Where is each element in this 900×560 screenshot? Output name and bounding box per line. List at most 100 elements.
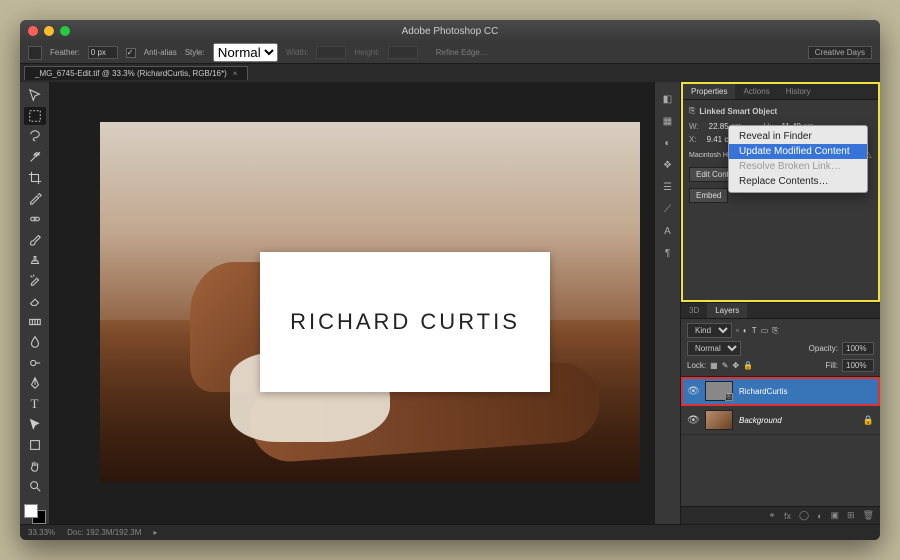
- layer-style-icon[interactable]: fx: [784, 511, 791, 521]
- creative-days-button[interactable]: Creative Days: [808, 46, 872, 59]
- layer-thumbnail[interactable]: [705, 410, 733, 430]
- collapsed-panel-dock: ◧ ▦ ◐ ❖ ☰ ⟋ A ¶: [654, 82, 680, 524]
- layers-panel: 3D Layers Kind ▫ ◐ T ▭ ⎘ Normal Opacity:: [681, 302, 880, 524]
- delete-layer-icon[interactable]: 🗑: [863, 510, 874, 521]
- new-layer-icon[interactable]: ⊞: [847, 510, 855, 521]
- lasso-tool[interactable]: [24, 127, 46, 146]
- toolbox: T: [20, 82, 50, 524]
- width-input: [316, 46, 346, 59]
- layer-name[interactable]: Background: [739, 416, 857, 425]
- linked-smart-object-icon: ⎘: [689, 106, 695, 116]
- embed-button[interactable]: Embed: [689, 188, 728, 203]
- filter-adjustment-icon[interactable]: ◐: [743, 326, 748, 335]
- smart-object-layer[interactable]: RICHARD CURTIS: [260, 252, 550, 392]
- styles-panel-icon[interactable]: ❖: [658, 156, 678, 174]
- tab-3d[interactable]: 3D: [681, 303, 707, 318]
- canvas-area[interactable]: RICHARD CURTIS: [50, 82, 654, 524]
- menu-reveal-in-finder[interactable]: Reveal in Finder: [729, 129, 867, 144]
- opacity-label: Opacity:: [809, 344, 838, 353]
- history-brush-tool[interactable]: [24, 271, 46, 290]
- pen-tool[interactable]: [24, 374, 46, 393]
- move-tool[interactable]: [24, 86, 46, 105]
- visibility-toggle-icon[interactable]: 👁: [687, 415, 699, 426]
- status-bar: 33.33% Doc: 192.3M/192.3M ▸: [20, 524, 880, 540]
- filter-smartobject-icon[interactable]: ⎘: [772, 326, 778, 336]
- layer-mask-icon[interactable]: ◯: [799, 510, 809, 521]
- antialias-checkbox[interactable]: [126, 48, 136, 58]
- tab-layers[interactable]: Layers: [707, 303, 747, 318]
- height-input: [388, 46, 418, 59]
- smart-object-text: RICHARD CURTIS: [290, 309, 520, 335]
- swatches-panel-icon[interactable]: ▦: [658, 112, 678, 130]
- width-label: Width:: [286, 48, 309, 57]
- smart-object-context-menu: Reveal in Finder Update Modified Content…: [728, 125, 868, 193]
- group-icon[interactable]: ▣: [831, 510, 840, 521]
- filter-shape-icon[interactable]: ▭: [761, 326, 769, 335]
- tool-preset-picker[interactable]: [28, 46, 42, 60]
- lock-transparency-icon[interactable]: ▦: [710, 361, 718, 370]
- width-label: W:: [689, 122, 699, 131]
- mac-titlebar: Adobe Photoshop CC: [20, 20, 880, 42]
- document-canvas[interactable]: RICHARD CURTIS: [100, 122, 640, 482]
- brush-tool[interactable]: [24, 230, 46, 249]
- hand-tool[interactable]: [24, 456, 46, 475]
- dodge-tool[interactable]: [24, 354, 46, 373]
- type-tool[interactable]: T: [24, 395, 46, 414]
- layer-thumbnail[interactable]: ⎘: [705, 381, 733, 401]
- blend-mode-select[interactable]: Normal: [687, 341, 741, 356]
- gradient-tool[interactable]: [24, 312, 46, 331]
- tab-actions[interactable]: Actions: [735, 84, 777, 99]
- menu-update-modified-content[interactable]: Update Modified Content: [729, 144, 867, 159]
- zoom-tool[interactable]: [24, 477, 46, 496]
- lock-all-icon[interactable]: 🔒: [743, 361, 753, 370]
- lock-pixels-icon[interactable]: ✎: [722, 361, 729, 370]
- close-tab-icon[interactable]: ×: [233, 69, 238, 78]
- opacity-input[interactable]: [842, 342, 874, 355]
- crop-tool[interactable]: [24, 168, 46, 187]
- antialias-label: Anti-alias: [144, 48, 177, 57]
- zoom-level[interactable]: 33.33%: [28, 528, 55, 537]
- lock-position-icon[interactable]: ✥: [732, 361, 739, 370]
- paragraph-panel-icon[interactable]: ¶: [658, 244, 678, 262]
- tab-history[interactable]: History: [778, 84, 819, 99]
- layer-kind-filter[interactable]: Kind: [687, 323, 732, 338]
- path-selection-tool[interactable]: [24, 415, 46, 434]
- tab-properties[interactable]: Properties: [683, 84, 735, 99]
- marquee-tool[interactable]: [24, 107, 46, 126]
- doc-size[interactable]: Doc: 192.3M/192.3M: [67, 528, 141, 537]
- refine-edge-button[interactable]: Refine Edge…: [436, 48, 488, 57]
- style-select[interactable]: Normal: [213, 43, 278, 62]
- menu-replace-contents[interactable]: Replace Contents…: [729, 174, 867, 189]
- color-panel-icon[interactable]: ◧: [658, 90, 678, 108]
- feather-input[interactable]: [88, 46, 118, 59]
- clone-stamp-tool[interactable]: [24, 251, 46, 270]
- document-tab[interactable]: _MG_6745-Edit.tif @ 33.3% (RichardCurtis…: [24, 66, 248, 80]
- color-swatches[interactable]: [24, 504, 46, 524]
- eraser-tool[interactable]: [24, 292, 46, 311]
- character-panel-icon[interactable]: A: [658, 222, 678, 240]
- adjustments-panel-icon[interactable]: ◐: [658, 134, 678, 152]
- zoom-window-button[interactable]: [60, 26, 70, 36]
- eyedropper-tool[interactable]: [24, 189, 46, 208]
- healing-brush-tool[interactable]: [24, 209, 46, 228]
- adjustment-layer-icon[interactable]: ◐: [817, 511, 822, 521]
- visibility-toggle-icon[interactable]: 👁: [687, 386, 699, 397]
- minimize-window-button[interactable]: [44, 26, 54, 36]
- shape-tool[interactable]: [24, 436, 46, 455]
- properties-header: Linked Smart Object: [699, 107, 777, 116]
- fill-input[interactable]: [842, 359, 874, 372]
- link-layers-icon[interactable]: ⚭: [768, 510, 776, 521]
- close-window-button[interactable]: [28, 26, 38, 36]
- status-menu-icon[interactable]: ▸: [153, 528, 157, 537]
- fill-label: Fill:: [826, 361, 838, 370]
- foreground-color-swatch[interactable]: [24, 504, 38, 518]
- filter-pixel-icon[interactable]: ▫: [736, 326, 739, 335]
- layer-name[interactable]: RichardCurtis: [739, 387, 874, 396]
- blur-tool[interactable]: [24, 333, 46, 352]
- paths-panel-icon[interactable]: ⟋: [658, 200, 678, 218]
- magic-wand-tool[interactable]: [24, 148, 46, 167]
- layer-row-background[interactable]: 👁 Background 🔒: [681, 406, 880, 435]
- layer-row-richardcurtis[interactable]: 👁 ⎘ RichardCurtis: [681, 377, 880, 406]
- filter-type-icon[interactable]: T: [752, 326, 757, 335]
- channels-panel-icon[interactable]: ☰: [658, 178, 678, 196]
